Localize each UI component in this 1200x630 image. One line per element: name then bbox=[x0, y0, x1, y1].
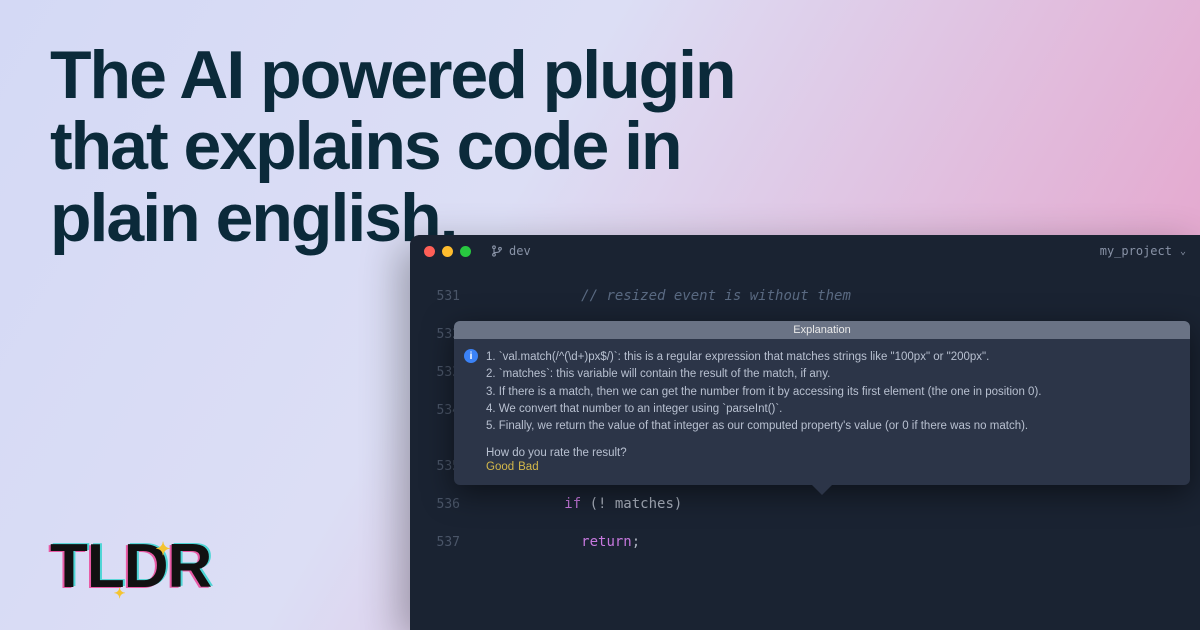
logo-letter-r: R bbox=[168, 531, 212, 602]
close-icon[interactable] bbox=[424, 246, 435, 257]
code-content: return; bbox=[480, 534, 1200, 550]
explanation-item: 1. `val.match(/^(\d+)px$/)`: this is a r… bbox=[486, 349, 1176, 366]
code-area[interactable]: 531 // resized event is without them Exp… bbox=[410, 267, 1200, 561]
git-branch-icon bbox=[491, 244, 503, 258]
code-line: 531 // resized event is without them bbox=[410, 277, 1200, 315]
tooltip-title: Explanation bbox=[454, 321, 1190, 339]
explanation-item: 4. We convert that number to an integer … bbox=[486, 401, 1176, 418]
logo: T L ✦ D ✦ R bbox=[50, 531, 211, 602]
titlebar: dev my_project ⌄ bbox=[410, 235, 1200, 267]
explanation-list: 1. `val.match(/^(\d+)px$/)`: this is a r… bbox=[486, 349, 1176, 435]
branch-selector[interactable]: dev bbox=[491, 244, 531, 258]
code-line: 536 if (! matches) bbox=[410, 485, 1200, 523]
maximize-icon[interactable] bbox=[460, 246, 471, 257]
code-line: 537 return; bbox=[410, 523, 1200, 561]
code-editor-window: dev my_project ⌄ 531 // resized event is… bbox=[410, 235, 1200, 630]
code-content: if (! matches) bbox=[480, 496, 1200, 512]
rate-good-button[interactable]: Good bbox=[486, 461, 514, 473]
sparkle-icon: ✦ bbox=[155, 539, 169, 560]
rate-bad-button[interactable]: Bad bbox=[518, 461, 538, 473]
logo-letter-t: T bbox=[50, 531, 87, 602]
rating-actions: Good Bad bbox=[486, 461, 1176, 473]
code-content: // resized event is without them bbox=[480, 288, 1200, 304]
branch-name: dev bbox=[509, 244, 531, 258]
explanation-tooltip: Explanation i 1. `val.match(/^(\d+)px$/)… bbox=[454, 321, 1190, 485]
line-number: 536 bbox=[410, 497, 480, 512]
chevron-down-icon: ⌄ bbox=[1180, 246, 1186, 257]
line-number: 531 bbox=[410, 289, 480, 304]
rating-question: How do you rate the result? bbox=[486, 447, 1176, 459]
line-number: 537 bbox=[410, 535, 480, 550]
project-name: my_project bbox=[1100, 244, 1172, 258]
explanation-item: 3. If there is a match, then we can get … bbox=[486, 384, 1176, 401]
minimize-icon[interactable] bbox=[442, 246, 453, 257]
explanation-item: 5. Finally, we return the value of that … bbox=[486, 418, 1176, 435]
sparkle-icon: ✦ bbox=[114, 585, 125, 602]
info-icon: i bbox=[464, 349, 478, 363]
explanation-item: 2. `matches`: this variable will contain… bbox=[486, 366, 1176, 383]
headline: The AI powered plugin that explains code… bbox=[50, 40, 770, 254]
project-selector[interactable]: my_project ⌄ bbox=[1100, 244, 1186, 258]
window-controls[interactable] bbox=[424, 246, 471, 257]
